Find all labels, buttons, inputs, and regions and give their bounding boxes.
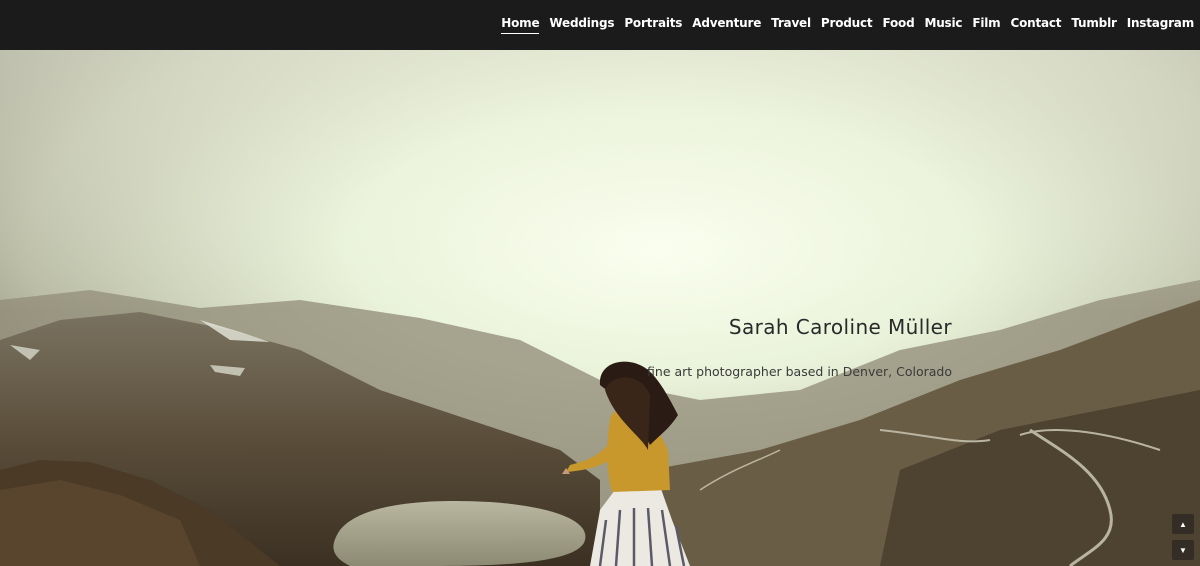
main-nav: Home Weddings Portraits Adventure Travel…	[491, 0, 1194, 46]
arrow-down-icon: ▼	[1179, 545, 1187, 555]
hero-section: Sarah Caroline Müller fine art photograp…	[0, 50, 1200, 566]
nav-item-product[interactable]: Product	[821, 16, 873, 30]
nav-item-instagram[interactable]: Instagram	[1127, 16, 1194, 30]
nav-item-travel[interactable]: Travel	[771, 16, 811, 30]
scroll-up-button[interactable]: ▲	[1172, 514, 1194, 534]
scroll-down-button[interactable]: ▼	[1172, 540, 1194, 560]
nav-item-film[interactable]: Film	[972, 16, 1000, 30]
nav-item-adventure[interactable]: Adventure	[692, 16, 761, 30]
hero-image	[0, 50, 1200, 566]
hero-title: Sarah Caroline Müller	[728, 315, 952, 340]
arrow-up-icon: ▲	[1179, 519, 1187, 529]
nav-item-food[interactable]: Food	[882, 16, 914, 30]
hero-subtitle: fine art photographer based in Denver, C…	[647, 363, 952, 379]
nav-item-music[interactable]: Music	[924, 16, 962, 30]
nav-item-tumblr[interactable]: Tumblr	[1071, 16, 1117, 30]
nav-item-home[interactable]: Home	[501, 16, 540, 34]
navbar: Home Weddings Portraits Adventure Travel…	[0, 0, 1200, 50]
nav-item-weddings[interactable]: Weddings	[549, 16, 614, 30]
nav-item-portraits[interactable]: Portraits	[624, 16, 682, 30]
nav-item-contact[interactable]: Contact	[1010, 16, 1061, 30]
